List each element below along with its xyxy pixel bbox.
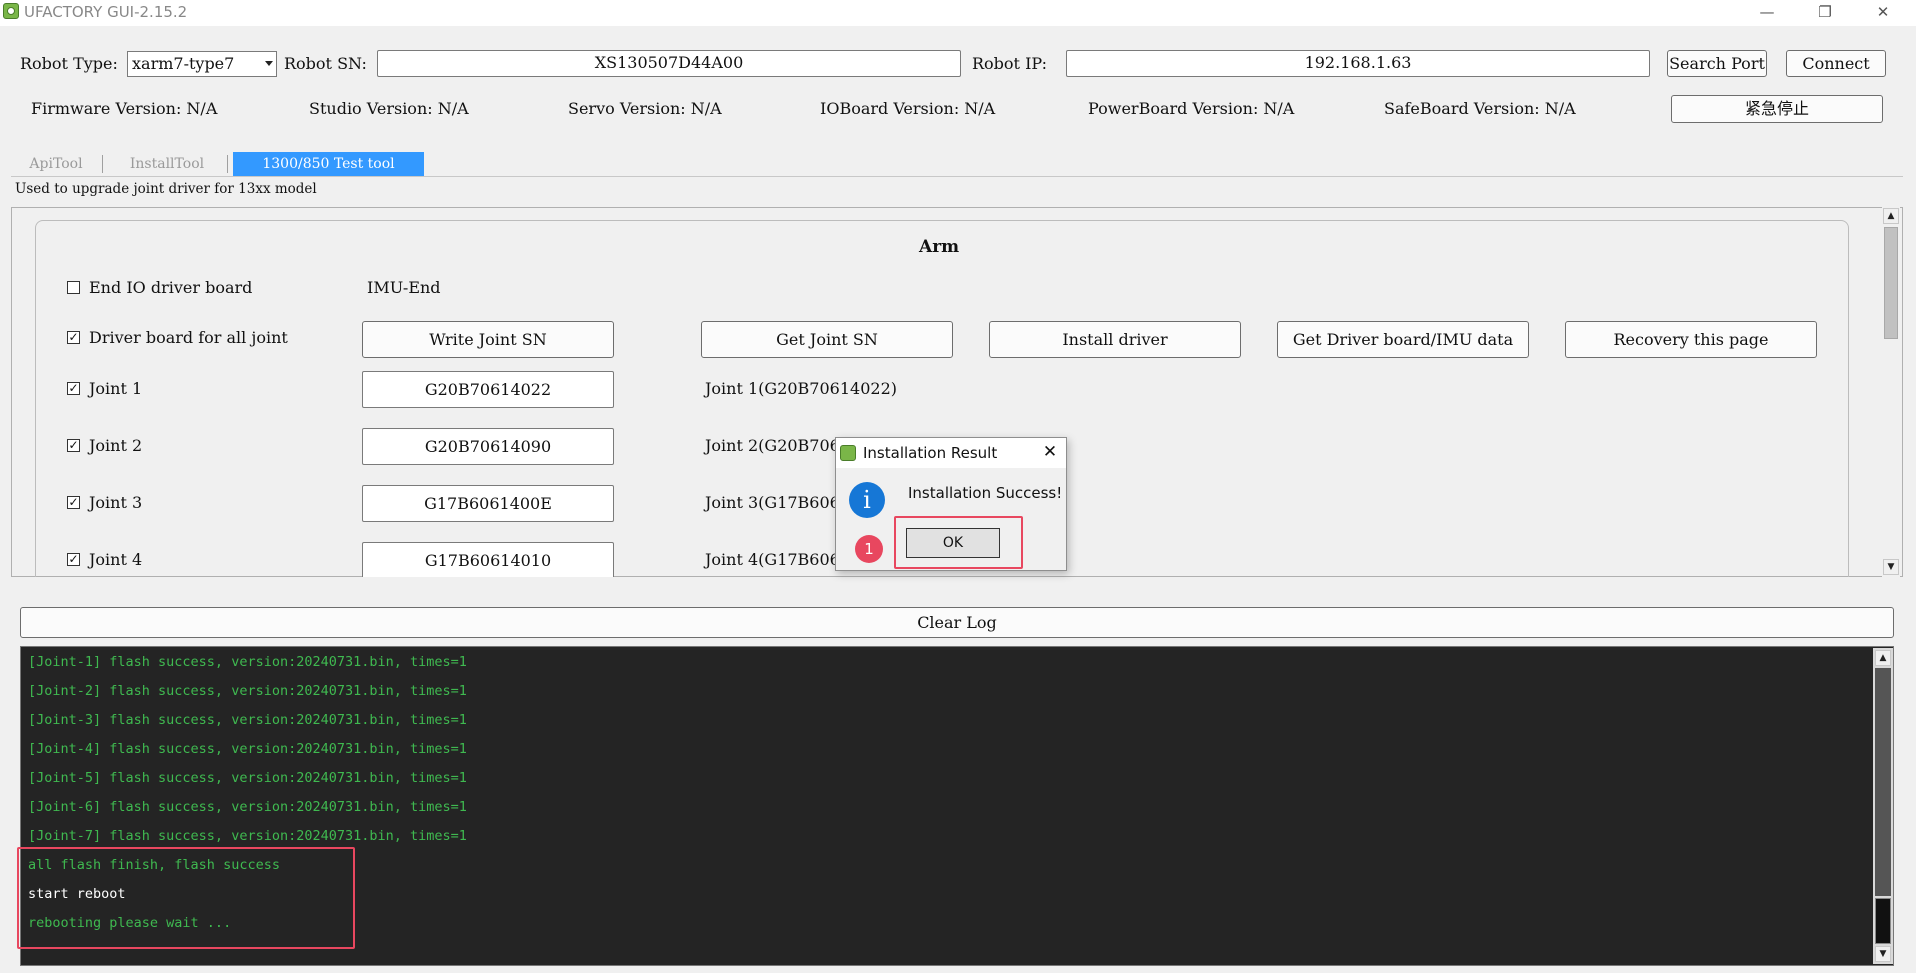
panel-scroll-thumb[interactable] [1884, 227, 1898, 339]
app-logo-icon [840, 445, 856, 461]
panel-scrollbar[interactable]: ▲ ▼ [1882, 207, 1900, 577]
chevron-down-icon [265, 61, 273, 66]
ioboard-version: IOBoard Version: N/A [820, 99, 996, 118]
powerboard-version: PowerBoard Version: N/A [1088, 99, 1295, 118]
joint-3-checkbox[interactable]: ✓ [67, 496, 80, 509]
joint-2-sn-input[interactable]: G20B70614090 [362, 428, 614, 465]
joint-3-info: Joint 3(G17B606 [705, 493, 840, 512]
connect-button[interactable]: Connect [1786, 50, 1886, 77]
info-icon: i [849, 482, 885, 518]
window-title: UFACTORY GUI-2.15.2 [24, 3, 188, 21]
safeboard-version: SafeBoard Version: N/A [1384, 99, 1576, 118]
arm-title: Arm [919, 237, 960, 257]
tab-divider [102, 155, 103, 173]
end-io-checkbox[interactable] [67, 281, 80, 294]
app-logo-icon [3, 3, 19, 19]
emergency-stop-button[interactable]: 紧急停止 [1671, 95, 1883, 123]
dialog-message: Installation Success! [908, 484, 1063, 502]
robot-type-select[interactable]: xarm7-type7 [127, 51, 277, 77]
tool-description: Used to upgrade joint driver for 13xx mo… [15, 181, 317, 197]
restore-icon[interactable]: ❐ [1802, 0, 1848, 26]
joint-4-sn-input[interactable]: G17B60614010 [362, 542, 614, 577]
minimize-icon[interactable]: — [1744, 0, 1790, 26]
end-io-label: End IO driver board [89, 278, 253, 297]
joint-4-info: Joint 4(G17B606 [705, 550, 840, 569]
scroll-down-icon[interactable]: ▼ [1875, 946, 1891, 962]
tab-divider [227, 155, 228, 173]
robot-sn-input[interactable]: XS130507D44A00 [377, 50, 961, 77]
log-line: [Joint-6] flash success, version:2024073… [28, 799, 467, 815]
title-bar: UFACTORY GUI-2.15.2 — ❐ ✕ [0, 0, 1916, 26]
ok-highlight-box [894, 516, 1023, 569]
get-driver-data-button[interactable]: Get Driver board/IMU data [1277, 321, 1529, 358]
studio-version: Studio Version: N/A [309, 99, 469, 118]
log-scroll-track [1875, 668, 1891, 896]
log-line: [Joint-1] flash success, version:2024073… [28, 654, 467, 670]
joint-1-info: Joint 1(G20B70614022) [705, 379, 897, 398]
joint-3-label: Joint 3 [89, 493, 143, 512]
joint-2-checkbox[interactable]: ✓ [67, 439, 80, 452]
servo-version: Servo Version: N/A [568, 99, 722, 118]
log-line: [Joint-2] flash success, version:2024073… [28, 683, 467, 699]
tab-installtool[interactable]: InstallTool [114, 152, 220, 176]
log-highlight-box [17, 847, 355, 949]
robot-ip-label: Robot IP: [972, 54, 1047, 73]
robot-ip-input[interactable]: 192.168.1.63 [1066, 50, 1650, 77]
joint-1-label: Joint 1 [89, 379, 143, 398]
tab-test-tool[interactable]: 1300/850 Test tool [233, 152, 424, 176]
step-badge: 1 [855, 535, 883, 563]
scroll-up-icon[interactable]: ▲ [1883, 208, 1899, 224]
log-line: [Joint-3] flash success, version:2024073… [28, 712, 467, 728]
dialog-title-bar: Installation Result ✕ [836, 438, 1066, 468]
log-scroll-thumb[interactable] [1875, 898, 1891, 944]
firmware-version: Firmware Version: N/A [31, 99, 218, 118]
joint-1-sn-input[interactable]: G20B70614022 [362, 371, 614, 408]
dialog-title: Installation Result [863, 444, 998, 462]
joint-2-info: Joint 2(G20B706 [705, 436, 840, 455]
scroll-down-icon[interactable]: ▼ [1883, 559, 1899, 575]
clear-log-button[interactable]: Clear Log [20, 607, 1894, 638]
joint-4-label: Joint 4 [89, 550, 143, 569]
robot-type-value: xarm7-type7 [132, 54, 235, 73]
log-line: [Joint-4] flash success, version:2024073… [28, 741, 467, 757]
robot-type-label: Robot Type: [20, 54, 118, 73]
install-driver-button[interactable]: Install driver [989, 321, 1241, 358]
get-joint-sn-button[interactable]: Get Joint SN [701, 321, 953, 358]
write-joint-sn-button[interactable]: Write Joint SN [362, 321, 614, 358]
log-line: [Joint-5] flash success, version:2024073… [28, 770, 467, 786]
imu-end-label: IMU-End [367, 278, 441, 297]
robot-sn-label: Robot SN: [284, 54, 367, 73]
scroll-up-icon[interactable]: ▲ [1875, 650, 1891, 666]
joint-2-label: Joint 2 [89, 436, 143, 455]
dialog-close-icon[interactable]: ✕ [1039, 441, 1061, 463]
all-joint-label: Driver board for all joint [89, 328, 288, 347]
log-scrollbar[interactable]: ▲ ▼ [1873, 648, 1893, 964]
all-joint-checkbox[interactable]: ✓ [67, 331, 80, 344]
log-line: [Joint-7] flash success, version:2024073… [28, 828, 467, 844]
recovery-page-button[interactable]: Recovery this page [1565, 321, 1817, 358]
joint-3-sn-input[interactable]: G17B6061400E [362, 485, 614, 522]
search-port-button[interactable]: Search Port [1667, 50, 1767, 77]
close-icon[interactable]: ✕ [1860, 0, 1906, 26]
joint-4-checkbox[interactable]: ✓ [67, 553, 80, 566]
joint-1-checkbox[interactable]: ✓ [67, 382, 80, 395]
tab-apitool[interactable]: ApiTool [20, 152, 92, 176]
tab-underline [11, 176, 1903, 177]
